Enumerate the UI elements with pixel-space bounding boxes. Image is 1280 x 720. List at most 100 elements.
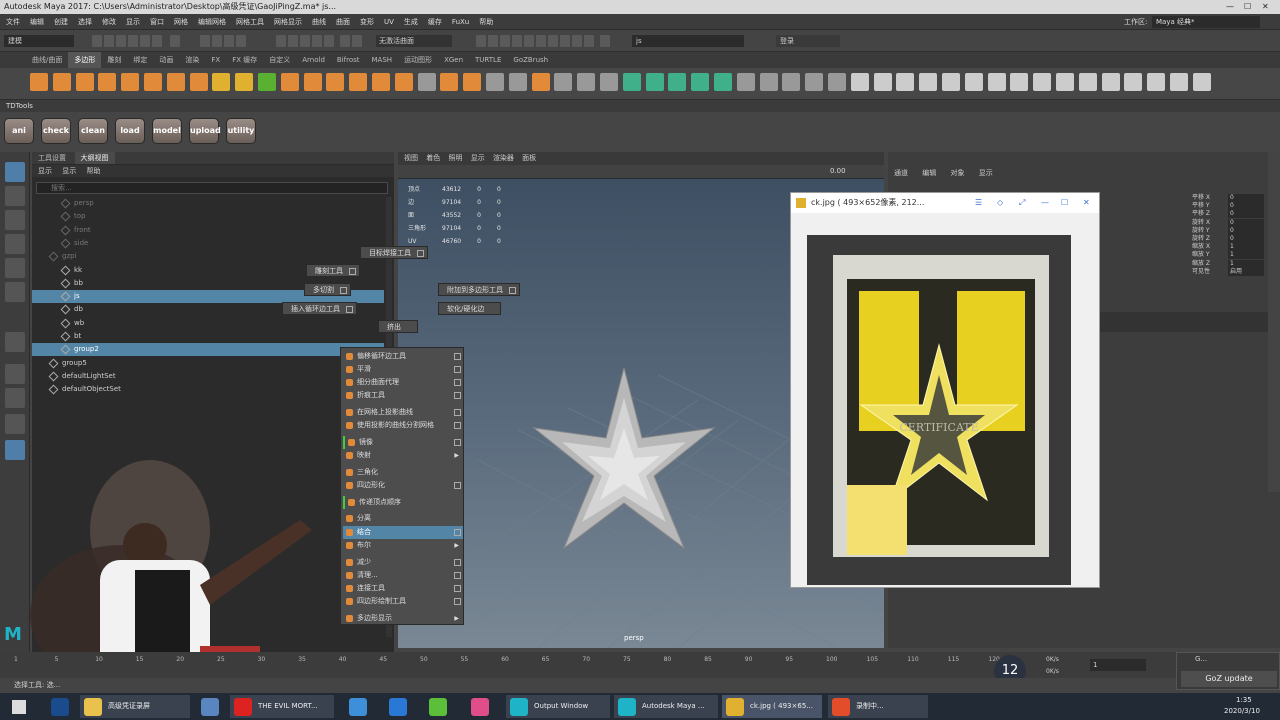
channel-row[interactable]: 可见性 启用: [1188, 267, 1268, 276]
shelf-tool-icon[interactable]: [736, 73, 755, 91]
menu-item[interactable]: 曲面: [336, 14, 350, 30]
statusline-tool-icon[interactable]: [476, 35, 486, 47]
channel-value[interactable]: 启用: [1228, 267, 1264, 276]
context-menu-item[interactable]: 多边形显示 ▶: [343, 612, 463, 625]
option-box-icon[interactable]: [454, 572, 461, 579]
shelf-tool-icon[interactable]: [805, 73, 824, 91]
outliner-item[interactable]: defaultLightSet: [32, 370, 384, 383]
shelf-tool-icon[interactable]: [1147, 73, 1166, 91]
channel-value[interactable]: 0: [1228, 218, 1264, 227]
lasso-tool-icon[interactable]: [5, 186, 25, 206]
shelf-tool-icon[interactable]: [326, 73, 345, 91]
channel-value[interactable]: 0: [1228, 226, 1264, 235]
goz-update-button[interactable]: GoZ update: [1181, 671, 1277, 687]
shelf-tool-icon[interactable]: [75, 73, 94, 91]
vp-menu-panels[interactable]: 面板: [522, 154, 536, 162]
select-tool-icon[interactable]: [5, 162, 25, 182]
shelf-tab[interactable]: XGen: [438, 52, 469, 68]
outliner-menu-help[interactable]: 帮助: [86, 167, 100, 175]
shelf-tool-icon[interactable]: [463, 73, 482, 91]
option-box-icon[interactable]: [454, 366, 461, 373]
statusline-tool-icon[interactable]: [536, 35, 546, 47]
menu-item[interactable]: 创建: [54, 14, 68, 30]
taskbar-item-recorder[interactable]: 录制中...: [828, 695, 928, 718]
minimize-icon[interactable]: —: [1226, 0, 1234, 14]
shelf-tool-icon[interactable]: [394, 73, 413, 91]
shelf-tool-icon[interactable]: [1124, 73, 1143, 91]
shelf-tool-icon[interactable]: [372, 73, 390, 91]
shelf-tab[interactable]: 动画: [153, 52, 179, 68]
context-menu-item[interactable]: 四边形化: [343, 479, 463, 492]
shelf-tool-icon[interactable]: [98, 73, 117, 91]
option-box-icon[interactable]: [454, 585, 461, 592]
option-box-icon[interactable]: [454, 598, 461, 605]
statusline-tool-icon[interactable]: [140, 35, 150, 47]
shelf-tab[interactable]: TURTLE: [469, 52, 507, 68]
shelf-tool-icon[interactable]: [622, 73, 641, 91]
menu-item[interactable]: FuXu: [452, 14, 469, 30]
outliner-item[interactable]: defaultObjectSet: [32, 383, 384, 396]
shelf-tool-icon[interactable]: [52, 73, 71, 91]
option-box-icon[interactable]: [454, 409, 461, 416]
tdtools-model-button[interactable]: model: [152, 118, 182, 144]
attribute-side-tabs[interactable]: [1268, 152, 1280, 492]
statusline-tool-icon[interactable]: [128, 35, 138, 47]
shelf-tab[interactable]: Bifrost: [331, 52, 366, 68]
shelf-tool-icon[interactable]: [166, 73, 185, 91]
close-icon[interactable]: ✕: [1262, 0, 1269, 14]
menu-item[interactable]: 网格显示: [274, 14, 302, 30]
statusline-tool-icon[interactable]: [170, 35, 180, 47]
statusline-tool-icon[interactable]: [572, 35, 582, 47]
outliner-item[interactable]: bt: [32, 330, 384, 343]
statusline-tool-icon[interactable]: [600, 35, 610, 47]
statusline-tool-icon[interactable]: [212, 35, 222, 47]
taskbar-item-output[interactable]: Output Window: [506, 695, 610, 718]
statusline-tool-icon[interactable]: [488, 35, 498, 47]
outliner-item[interactable]: side: [32, 237, 384, 250]
cb-menu-object[interactable]: 对象: [950, 169, 964, 177]
tdtools-upload-button[interactable]: upload: [189, 118, 221, 144]
shelf-tool-icon[interactable]: [577, 73, 596, 91]
menu-item[interactable]: 缓存: [428, 14, 442, 30]
shelf-tool-icon[interactable]: [1170, 73, 1188, 91]
layout-four-icon[interactable]: [5, 388, 25, 408]
shelf-tool-icon[interactable]: [1056, 73, 1074, 91]
menu-item[interactable]: 文件: [6, 14, 20, 30]
shelf-tool-icon[interactable]: [417, 73, 436, 91]
shelf-tool-icon[interactable]: [144, 73, 162, 91]
shelf-tool-icon[interactable]: [691, 73, 710, 91]
statusline-tool-icon[interactable]: [560, 35, 570, 47]
radial-menu-item[interactable]: 软化/硬化边: [438, 302, 502, 315]
statusline-tool-icon[interactable]: [200, 35, 210, 47]
radial-menu-item[interactable]: 插入循环边工具: [282, 302, 357, 315]
vp-menu-lighting[interactable]: 照明: [448, 154, 462, 162]
taskbar-player[interactable]: [422, 695, 454, 718]
shelf-tool-icon[interactable]: [873, 73, 892, 91]
statusline-tool-icon[interactable]: [512, 35, 522, 47]
statusline-tool-icon[interactable]: [312, 35, 322, 47]
context-menu-item[interactable]: 传递顶点顺序: [343, 496, 463, 509]
shelf-tool-icon[interactable]: [280, 73, 299, 91]
context-menu-item[interactable]: 镜像: [343, 436, 463, 449]
menu-item[interactable]: 编辑: [30, 14, 44, 30]
shelf-tool-icon[interactable]: [531, 73, 550, 91]
option-box-icon[interactable]: [454, 439, 461, 446]
shelf-tool-icon[interactable]: [1033, 73, 1052, 91]
outliner-item[interactable]: gzpi: [32, 250, 384, 263]
taskbar-video[interactable]: [464, 695, 496, 718]
tdtools-check-button[interactable]: check: [41, 118, 71, 144]
shelf-tool-icon[interactable]: [212, 73, 231, 91]
context-menu-item[interactable]: 四边形绘制工具: [343, 595, 463, 608]
shelf-tool-icon[interactable]: [1010, 73, 1029, 91]
context-menu-item[interactable]: 在网格上投影曲线: [343, 406, 463, 419]
channel-row[interactable]: 旋转 X 0: [1188, 218, 1268, 227]
context-menu-item[interactable]: 折痕工具: [343, 389, 463, 402]
statusline-tool-icon[interactable]: [548, 35, 558, 47]
rotate-tool-icon[interactable]: [5, 258, 25, 278]
minimize-icon[interactable]: —: [1041, 193, 1049, 213]
menu-item[interactable]: 显示: [126, 14, 140, 30]
shelf-tool-icon[interactable]: [759, 73, 778, 91]
option-box-icon[interactable]: [454, 482, 461, 489]
vp-menu-view[interactable]: 视图: [404, 154, 418, 162]
option-box-icon[interactable]: [454, 422, 461, 429]
